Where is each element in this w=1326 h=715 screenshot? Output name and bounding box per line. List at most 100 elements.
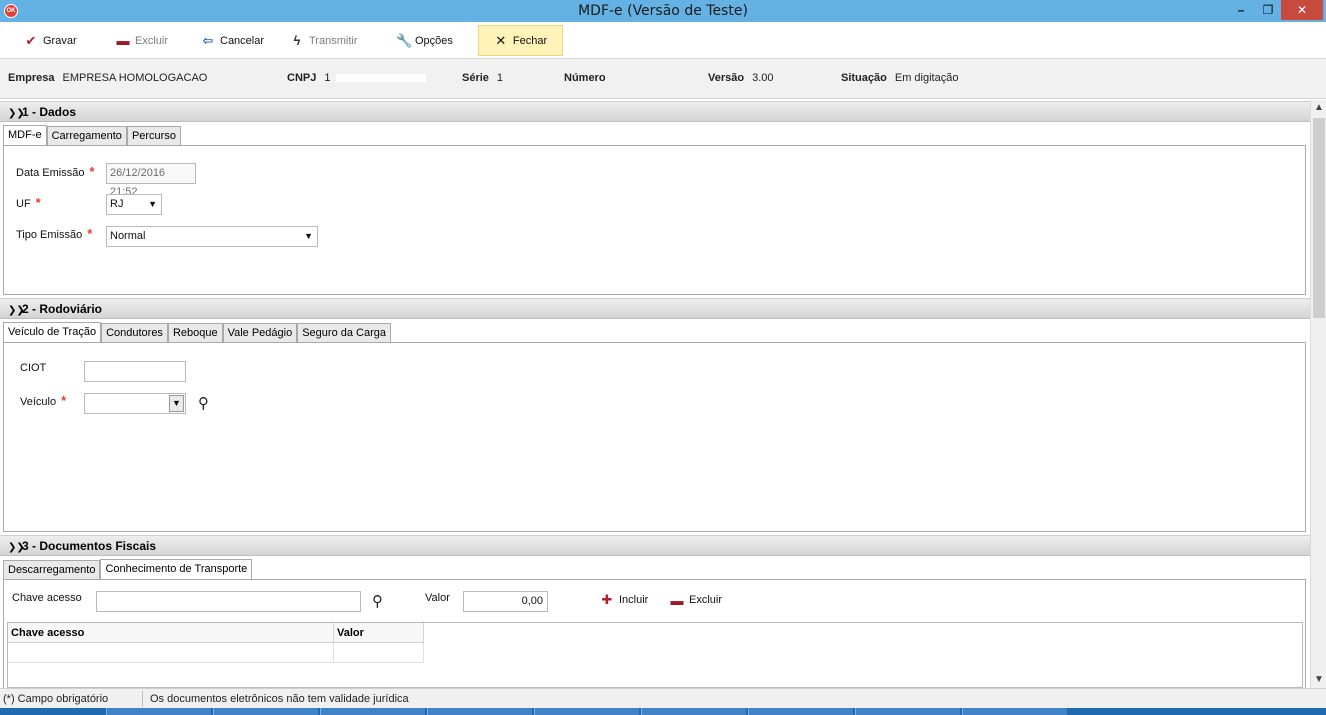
close-x-icon: ✕ [495, 32, 507, 48]
taskbar-item[interactable] [427, 708, 532, 715]
tipo-emissao-select[interactable]: Normal ▼ [106, 226, 318, 247]
section-dados-header[interactable]: ❯❯1 - Dados [0, 101, 1310, 122]
section-dados-panel [3, 145, 1306, 295]
search-icon[interactable]: ⚲ [372, 592, 383, 610]
grid-cell [8, 643, 334, 663]
fechar-button[interactable]: ✕ Fechar [478, 25, 563, 56]
tab-descarregamento[interactable]: Descarregamento [3, 560, 101, 580]
collapse-chevron-icon: ❯❯ [8, 305, 25, 316]
taskbar-item[interactable] [962, 708, 1067, 715]
tab-reboque[interactable]: Reboque [167, 323, 223, 343]
ciot-label: CIOT [20, 362, 47, 374]
tipo-emissao-label: Tipo Emissão * [16, 226, 93, 241]
cnpj-redaction [336, 74, 427, 83]
cnpj-info: CNPJ 1 [287, 72, 427, 84]
documents-grid: Chave acesso Valor [7, 622, 1303, 688]
grid-header-valor[interactable]: Valor [334, 623, 424, 643]
uf-select[interactable]: RJ ▼ [106, 194, 162, 215]
window-title: MDF-e (Versão de Teste) [578, 3, 748, 19]
collapse-chevron-icon: ❯❯ [8, 542, 25, 553]
minimize-button[interactable]: – [1227, 0, 1255, 20]
document-info-strip: Empresa EMPRESA HOMOLOGACAO CNPJ 1 Série 1 … [0, 59, 1326, 99]
data-emissao-label: Data Emissão * [16, 164, 95, 179]
uf-label: UF * [16, 195, 41, 210]
minus-icon: ▬ [116, 33, 130, 48]
save-button[interactable]: ✔ Gravar [16, 25, 85, 56]
search-icon[interactable]: ⚲ [198, 394, 209, 412]
taskbar-item[interactable] [748, 708, 853, 715]
section-rodoviario-panel [3, 342, 1306, 532]
situacao-info: Situação Em digitação [841, 72, 959, 84]
valor-label: Valor [425, 592, 450, 604]
taskbar-item[interactable] [213, 708, 318, 715]
versao-info: Versão 3.00 [708, 72, 774, 84]
toolbar: ✔ Gravar ▬ Excluir ⇦ Cancelar ϟ Transmit… [0, 22, 1326, 59]
title-bar: OK MDF-e (Versão de Teste) – ❐ ✕ [0, 0, 1326, 22]
cancel-label: Cancelar [220, 34, 265, 47]
scroll-up-icon[interactable]: ▲ [1311, 100, 1326, 116]
grid-cell [334, 643, 424, 663]
data-emissao-field[interactable]: 26/12/2016 21:52 [106, 163, 196, 198]
required-note: (*) Campo obrigatório [3, 693, 109, 705]
incluir-button[interactable]: ✚ Incluir [592, 586, 656, 614]
grid-header-chave[interactable]: Chave acesso [8, 623, 334, 643]
chevron-down-icon: ▼ [304, 231, 313, 241]
taskbar-item[interactable] [534, 708, 639, 715]
checkmark-icon: ✔ [25, 32, 37, 48]
scroll-thumb[interactable] [1313, 118, 1325, 318]
delete-button[interactable]: ▬ Excluir [108, 25, 176, 56]
serie-info: Série 1 [462, 72, 504, 84]
excluir-doc-button[interactable]: ▬ Excluir [662, 586, 730, 614]
taskbar-item[interactable] [106, 708, 211, 715]
wrench-icon: 🔧 [396, 32, 413, 48]
options-button[interactable]: 🔧 Opções [388, 25, 461, 56]
collapse-chevron-icon: ❯❯ [8, 108, 25, 119]
tab-conhecimento-transporte[interactable]: Conhecimento de Transporte [100, 559, 253, 580]
tab-seguro-carga[interactable]: Seguro da Carga [297, 323, 391, 343]
options-label: Opções [415, 34, 453, 47]
chave-acesso-label: Chave acesso [12, 592, 82, 604]
minus-icon: ▬ [670, 592, 684, 608]
section-rodoviario-header[interactable]: ❯❯2 - Rodoviário [0, 298, 1310, 319]
tab-vale-pedagio[interactable]: Vale Pedágio [222, 323, 298, 343]
save-label: Gravar [43, 34, 77, 47]
tab-condutores[interactable]: Condutores [101, 323, 168, 343]
scroll-down-icon[interactable]: ▼ [1311, 672, 1326, 688]
empresa-info: Empresa EMPRESA HOMOLOGACAO [8, 72, 208, 84]
vertical-scrollbar[interactable]: ▲ ▼ [1310, 100, 1326, 688]
taskbar-item[interactable] [855, 708, 960, 715]
transmit-button[interactable]: ϟ Transmitir [282, 25, 365, 56]
tab-veiculo-tracao[interactable]: Veículo de Tração [3, 322, 102, 343]
lightning-icon: ϟ [293, 33, 301, 48]
veiculo-label: Veículo * [20, 393, 67, 408]
close-window-button[interactable]: ✕ [1281, 0, 1323, 20]
back-arrow-icon: ⇦ [202, 32, 214, 48]
ciot-input[interactable] [84, 361, 186, 382]
status-bar: (*) Campo obrigatório Os documentos elet… [0, 688, 1326, 708]
delete-label: Excluir [135, 34, 169, 47]
section-rodoviario-tabs: Veículo de Tração Condutores Reboque Val… [3, 322, 391, 343]
excluir-doc-label: Excluir [689, 594, 723, 606]
plus-icon: ✚ [601, 592, 613, 607]
cancel-button[interactable]: ⇦ Cancelar [193, 25, 272, 56]
legal-note: Os documentos eletrônicos não tem valida… [150, 693, 409, 705]
os-taskbar [0, 708, 1326, 715]
transmit-label: Transmitir [309, 34, 358, 47]
section-dados-tabs: MDF-e Carregamento Percurso [3, 125, 181, 146]
tab-carregamento[interactable]: Carregamento [46, 126, 127, 146]
chave-acesso-input[interactable] [96, 591, 361, 612]
numero-info: Número [564, 72, 606, 84]
section-documentos-tabs: Descarregamento Conhecimento de Transpor… [3, 559, 253, 580]
veiculo-select[interactable]: ▼ [84, 393, 186, 414]
chevron-down-icon: ▼ [148, 199, 157, 209]
status-divider [142, 691, 143, 707]
valor-input[interactable]: 0,00 [463, 591, 548, 612]
taskbar-item[interactable] [641, 708, 746, 715]
taskbar-item[interactable] [320, 708, 425, 715]
tab-percurso[interactable]: Percurso [126, 126, 181, 146]
tab-mdfe[interactable]: MDF-e [3, 125, 47, 146]
section-documentos-header[interactable]: ❯❯3 - Documentos Fiscais [0, 535, 1310, 556]
maximize-button[interactable]: ❐ [1255, 0, 1281, 20]
chevron-down-icon[interactable]: ▼ [169, 395, 184, 412]
fechar-label: Fechar [512, 34, 548, 47]
